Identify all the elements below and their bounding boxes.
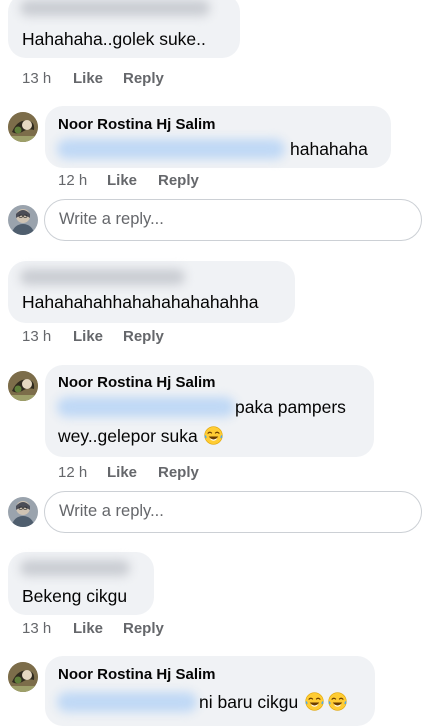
reply-input-placeholder: Write a reply... xyxy=(59,210,164,228)
author-avatar[interactable] xyxy=(8,662,38,692)
reply-bubble: Noor Rostina Hj Salim paka pampers wey..… xyxy=(45,365,374,457)
mention-redacted[interactable] xyxy=(57,139,285,159)
reply-author[interactable]: Noor Rostina Hj Salim xyxy=(58,666,216,683)
avatar-icon xyxy=(8,371,38,401)
avatar-icon xyxy=(8,497,38,527)
comment-time[interactable]: 13 h xyxy=(22,328,51,345)
reply-text-line-2: wey..gelepor suka xyxy=(58,426,198,446)
comment-text: Hahahahahhahahahahahahha xyxy=(22,292,259,312)
like-button[interactable]: Like xyxy=(107,172,137,189)
comment-text: Bekeng cikgu xyxy=(22,586,128,606)
face-with-tears-of-joy-icon xyxy=(328,692,347,711)
like-button[interactable]: Like xyxy=(73,70,103,87)
reply-input[interactable]: Write a reply... xyxy=(44,199,422,241)
face-with-tears-of-joy-icon xyxy=(305,692,324,711)
reply-button[interactable]: Reply xyxy=(123,620,164,637)
avatar-icon xyxy=(8,112,38,142)
face-with-tears-of-joy-icon xyxy=(204,426,223,445)
reply-text-wrap: ni baru cikgu xyxy=(199,691,347,713)
reply-author[interactable]: Noor Rostina Hj Salim xyxy=(58,116,216,133)
comment-bubble: Hahahaha..golek suke.. xyxy=(8,0,240,58)
like-button[interactable]: Like xyxy=(107,464,137,481)
avatar-icon xyxy=(8,205,38,235)
reply-input[interactable]: Write a reply... xyxy=(44,491,422,533)
reply-button[interactable]: Reply xyxy=(158,464,199,481)
user-avatar xyxy=(8,205,38,235)
comment-time[interactable]: 13 h xyxy=(22,70,51,87)
commenter-name-redacted xyxy=(20,0,210,16)
reply-button[interactable]: Reply xyxy=(123,70,164,87)
mention-redacted[interactable] xyxy=(57,397,235,417)
reply-text: ni baru cikgu xyxy=(199,692,299,712)
reply-author[interactable]: Noor Rostina Hj Salim xyxy=(58,374,216,391)
comment-bubble: Hahahahahhahahahahahahha xyxy=(8,261,295,323)
avatar-icon xyxy=(8,662,38,692)
like-button[interactable]: Like xyxy=(73,620,103,637)
author-avatar[interactable] xyxy=(8,112,38,142)
mention-redacted[interactable] xyxy=(57,692,197,712)
reply-text: hahahaha xyxy=(290,139,368,159)
comment-text: Hahahaha..golek suke.. xyxy=(22,29,206,49)
reply-time[interactable]: 12 h xyxy=(58,172,87,189)
reply-bubble: Noor Rostina Hj Salim ni baru cikgu xyxy=(45,656,375,726)
reply-input-placeholder: Write a reply... xyxy=(59,502,164,520)
comment-bubble: Bekeng cikgu xyxy=(8,552,154,615)
commenter-name-redacted xyxy=(20,560,130,576)
comment-time[interactable]: 13 h xyxy=(22,620,51,637)
like-button[interactable]: Like xyxy=(73,328,103,345)
commenter-name-redacted xyxy=(20,269,185,285)
reply-text-line-1: paka pampers xyxy=(235,397,346,417)
reply-button[interactable]: Reply xyxy=(123,328,164,345)
author-avatar[interactable] xyxy=(8,371,38,401)
user-avatar xyxy=(8,497,38,527)
reply-button[interactable]: Reply xyxy=(158,172,199,189)
reply-time[interactable]: 12 h xyxy=(58,464,87,481)
reply-bubble: Noor Rostina Hj Salim hahahaha xyxy=(45,106,391,168)
reply-text-line-2-wrap: wey..gelepor suka xyxy=(58,425,223,447)
